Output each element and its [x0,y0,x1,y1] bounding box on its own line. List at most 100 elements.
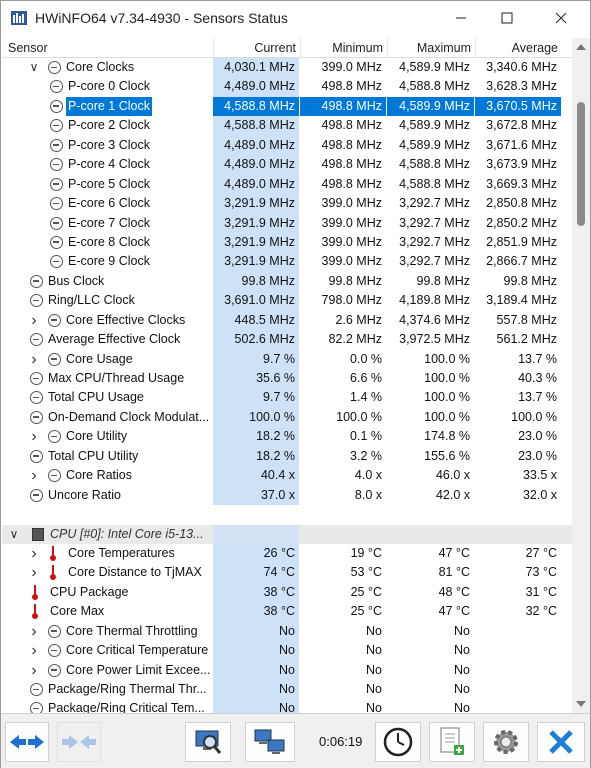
vertical-scrollbar[interactable] [572,38,590,713]
sensor-row[interactable]: CPU Package 38 °C 25 °C 48 °C 31 °C [2,582,572,603]
sensor-name-cell[interactable]: P-core 5 Clock [2,175,212,194]
chevron-right-icon[interactable]: › [28,466,40,485]
chevron-right-icon[interactable]: › [28,350,40,369]
chevron-down-icon[interactable]: ∨ [28,58,40,77]
sensor-row[interactable]: P-core 4 Clock 4,489.0 MHz 498.8 MHz 4,588.… [2,155,572,175]
sensor-group-row[interactable]: ∨ CPU [#0]: Intel Core i5-13... [2,524,572,544]
sensor-name-cell[interactable]: › Core Power Limit Excee... [2,661,212,680]
sensor-name-cell[interactable]: E-core 7 Clock [2,214,212,233]
sensor-row[interactable]: E-core 6 Clock 3,291.9 MHz 399.0 MHz 3,292.… [2,194,572,214]
sensor-row[interactable]: E-core 8 Clock 3,291.9 MHz 399.0 MHz 3,292.… [2,232,572,253]
report-add-button[interactable] [429,722,475,762]
sensor-row[interactable]: Total CPU Usage 9.7 % 1.4 % 100.0 % 13.7 % [2,388,572,408]
sensor-name-cell[interactable]: › Core Usage [2,350,212,369]
sensor-row[interactable]: › Core Power Limit Excee... No No No [2,660,572,680]
sensor-name-cell[interactable]: Package/Ring Thermal Thr... [2,680,212,699]
current-value: 4,588.8 MHz [213,96,299,117]
chevron-right-icon[interactable]: › [28,622,40,641]
sensor-row[interactable]: P-core 5 Clock 4,489.0 MHz 498.8 MHz 4,588.… [2,174,572,195]
sensor-name-cell[interactable]: Average Effective Clock [2,330,212,349]
sensor-row[interactable]: P-core 2 Clock 4,588.8 MHz 498.8 MHz 4,589.… [2,116,572,136]
sensor-row[interactable]: › Core Ratios 40.4 x 4.0 x 46.0 x 33.5 x [2,466,572,486]
col-header-sensor[interactable]: Sensor [2,38,212,58]
col-header-minimum[interactable]: Minimum [300,38,387,58]
sensor-row[interactable]: Core Max 38 °C 25 °C 47 °C 32 °C [2,602,572,622]
col-header-maximum[interactable]: Maximum [387,38,475,58]
scroll-thumb[interactable] [577,102,585,226]
scroll-up-icon[interactable] [576,44,586,50]
sensor-row[interactable]: Package/Ring Thermal Thr... No No No [2,680,572,700]
sensor-name-cell[interactable]: › Core Distance to TjMAX [2,563,212,582]
monitor-search-button[interactable] [185,722,231,762]
sensor-name-cell[interactable]: Package/Ring Critical Tem... [2,699,212,713]
sensor-row[interactable]: Uncore Ratio 37.0 x 8.0 x 42.0 x 32.0 x [2,485,572,506]
sensor-row[interactable]: E-core 9 Clock 3,291.9 MHz 399.0 MHz 3,292.… [2,252,572,272]
sensor-name-cell[interactable]: P-core 0 Clock [2,77,212,96]
sensor-name-cell[interactable]: › Core Ratios [2,466,212,485]
sensor-row[interactable]: Package/Ring Critical Tem... No No No [2,699,572,713]
sensor-row[interactable]: On-Demand Clock Modulat... 100.0 % 100.0 %… [2,407,572,428]
sensor-row[interactable]: Max CPU/Thread Usage 35.6 % 6.6 % 100.0 % 40… [2,369,572,389]
chevron-right-icon[interactable]: › [28,563,40,582]
sensor-name-cell[interactable]: › Core Thermal Throttling [2,622,212,641]
sensor-row[interactable]: ∨ Core Clocks 4,030.1 MHz 399.0 MHz 4,589.9 … [2,58,572,78]
chevron-right-icon[interactable]: › [28,641,40,660]
close-sensors-button[interactable] [537,722,585,762]
chevron-right-icon[interactable]: › [28,544,40,563]
sensor-name-cell[interactable]: Max CPU/Thread Usage [2,369,212,388]
sensor-name-cell[interactable]: Core Max [2,602,212,621]
sensor-row[interactable]: P-core 3 Clock 4,489.0 MHz 498.8 MHz 4,589.… [2,135,572,156]
settings-button[interactable] [483,722,529,762]
sensor-row[interactable]: › Core Utility 18.2 % 0.1 % 174.8 % 23.0 % [2,427,572,447]
window-close-button[interactable] [539,1,583,35]
sensor-row[interactable]: › Core Critical Temperature No No No [2,641,572,661]
sensor-name-cell[interactable]: CPU Package [2,583,212,602]
sensor-row[interactable]: Bus Clock 99.8 MHz 99.8 MHz 99.8 MHz 99.8 MH… [2,271,572,292]
sensor-name-cell[interactable]: › Core Critical Temperature [2,641,212,660]
sensor-name-cell[interactable]: P-core 1 Clock [2,96,212,116]
network-computers-button[interactable] [245,722,295,762]
sensor-row[interactable]: › Core Usage 9.7 % 0.0 % 100.0 % 13.7 % [2,349,572,369]
sensor-row[interactable]: › Core Thermal Throttling No No No [2,621,572,642]
sensor-row[interactable]: Average Effective Clock 502.6 MHz 82.2 MHz… [2,330,572,350]
sensor-name-cell[interactable]: › Core Utility [2,427,212,446]
col-header-average[interactable]: Average [475,38,562,58]
chevron-right-icon[interactable]: › [28,427,40,446]
sensor-name-cell[interactable]: Uncore Ratio [2,486,212,505]
sensor-row[interactable]: › Core Temperatures 26 °C 19 °C 47 °C 27 °C [2,543,572,564]
sensor-row[interactable]: › Core Effective Clocks 448.5 MHz 2.6 MHz 4,… [2,310,572,331]
scroll-down-icon[interactable] [576,701,586,707]
sensor-name-cell[interactable]: P-core 2 Clock [2,116,212,135]
sensor-row-selected[interactable]: P-core 1 Clock 4,588.8 MHz 498.8 MHz 4,589.… [2,96,572,117]
col-header-current[interactable]: Current [213,38,300,58]
sensor-row[interactable]: Total CPU Utility 18.2 % 3.2 % 155.6 % 23.0 … [2,446,572,467]
sensor-row[interactable]: › Core Distance to TjMAX 74 °C 53 °C 81 °C 73… [2,563,572,583]
sensor-name-cell[interactable]: E-core 9 Clock [2,252,212,271]
sensor-name-cell[interactable]: E-core 8 Clock [2,233,212,252]
sensor-row[interactable]: E-core 7 Clock 3,291.9 MHz 399.0 MHz 3,292.… [2,213,572,233]
sensor-name-cell[interactable]: › Core Temperatures [2,544,212,563]
nav-left-right-button[interactable] [5,722,49,762]
sensor-name-cell[interactable]: Total CPU Utility [2,447,212,466]
gauge-icon [30,294,43,308]
sensor-name-cell[interactable]: P-core 3 Clock [2,136,212,155]
chevron-down-icon[interactable]: ∨ [8,525,20,544]
sensor-name-cell[interactable]: Ring/LLC Clock [2,291,212,310]
sensor-name-cell[interactable]: ∨ Core Clocks [2,58,212,77]
sensor-row[interactable]: Ring/LLC Clock 3,691.0 MHz 798.0 MHz 4,189.… [2,291,572,311]
clock-button[interactable] [375,722,421,762]
sensor-name-cell[interactable]: E-core 6 Clock [2,194,212,213]
sensor-name-cell[interactable]: › Core Effective Clocks [2,311,212,330]
sensor-name-cell[interactable]: Bus Clock [2,272,212,291]
sensor-name-cell[interactable]: P-core 4 Clock [2,155,212,174]
title-bar[interactable]: HWiNFO64 v7.34-4930 - Sensors Status [1,1,590,35]
sensor-name-cell[interactable]: Total CPU Usage [2,388,212,407]
sensor-name-cell[interactable]: ∨ CPU [#0]: Intel Core i5-13... [2,525,212,544]
chevron-right-icon[interactable]: › [28,311,40,330]
maximize-button[interactable] [485,1,529,35]
sensor-row[interactable]: P-core 0 Clock 4,489.0 MHz 498.8 MHz 4,588.… [2,77,572,97]
sensor-name-cell[interactable]: On-Demand Clock Modulat... [2,408,212,427]
nav-collapse-button[interactable] [57,722,101,762]
minimize-button[interactable] [439,1,483,35]
chevron-right-icon[interactable]: › [28,661,40,680]
